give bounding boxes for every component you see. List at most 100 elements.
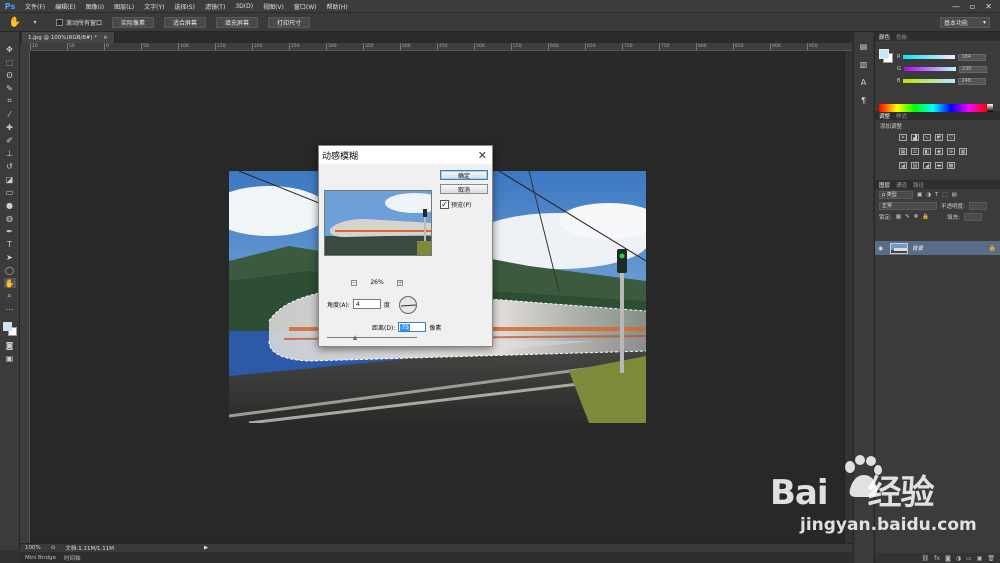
clone-stamp-tool-icon[interactable]: ⊥ [4, 148, 16, 158]
gradient-tool-icon[interactable]: ▭ [4, 187, 16, 197]
layer-kind-select[interactable]: ρ 类型 [879, 190, 913, 199]
actual-pixels-button[interactable]: 实际像素 [112, 16, 155, 28]
tab-swatches[interactable]: 色板 [896, 33, 907, 41]
crop-tool-icon[interactable]: ⌗ [4, 96, 16, 106]
vertical-ruler[interactable] [20, 51, 30, 543]
distance-input[interactable]: 75 [398, 322, 427, 332]
tab-layers[interactable]: 图层 [879, 181, 890, 189]
fill-screen-button[interactable]: 填充屏幕 [216, 16, 259, 28]
lock-image-icon[interactable]: ✎ [905, 214, 910, 220]
posterize-icon[interactable]: ▨ [911, 162, 919, 169]
status-menu-arrow[interactable]: ▶ [204, 545, 208, 551]
invert-icon[interactable]: ◪ [899, 162, 907, 169]
workspace-select[interactable]: 基本功能 ▾ [940, 16, 990, 28]
document-tab[interactable]: 1.jpg @ 100%(RGB/8#) * × [22, 32, 115, 43]
menu-edit[interactable]: 编辑(E) [50, 2, 80, 11]
scroll-all-windows-checkbox[interactable]: 滚动所有窗口 [56, 18, 102, 27]
color-spectrum[interactable] [879, 104, 987, 112]
add-mask-icon[interactable]: ◙ [945, 555, 951, 562]
fit-screen-button[interactable]: 适合屏幕 [164, 16, 207, 28]
green-slider[interactable] [903, 67, 956, 71]
shape-tool-icon[interactable]: ◯ [4, 265, 16, 275]
opacity-input[interactable] [968, 201, 987, 210]
green-value[interactable]: 230 [958, 65, 987, 73]
vibrance-icon[interactable]: ▽ [947, 134, 955, 141]
red-slider[interactable] [903, 55, 956, 59]
maximize-button[interactable]: ▫ [970, 2, 975, 11]
menu-select[interactable]: 选择(S) [169, 2, 200, 11]
grayscale-ramp[interactable] [987, 104, 993, 112]
new-layer-icon[interactable]: ▣ [977, 555, 983, 562]
zoom-level[interactable]: 100% [25, 545, 41, 551]
print-size-button[interactable]: 打印尺寸 [268, 16, 311, 28]
menu-window[interactable]: 窗口(W) [289, 2, 322, 11]
lock-all-icon[interactable]: 🔒 [922, 214, 929, 220]
zoom-in-button[interactable]: + [397, 279, 403, 286]
delete-layer-icon[interactable]: 🗑 [987, 555, 995, 562]
tab-adjustments[interactable]: 调整 [879, 112, 890, 120]
quick-mask-icon[interactable]: ◙ [4, 340, 16, 350]
quick-select-tool-icon[interactable]: ✎ [4, 83, 16, 93]
red-value[interactable]: 184 [958, 53, 987, 61]
ok-button[interactable]: 确定 [440, 170, 488, 180]
threshold-icon[interactable]: ◢ [923, 162, 931, 169]
channel-mixer-icon[interactable]: ⊕ [947, 148, 955, 155]
levels-icon[interactable]: ▟ [911, 134, 919, 141]
layer-row-background[interactable]: ◉ 背景 🔒 [875, 241, 1000, 255]
angle-dial[interactable] [399, 296, 417, 314]
dodge-tool-icon[interactable]: ◍ [4, 213, 16, 223]
history-panel-icon[interactable]: ▤ [858, 40, 870, 52]
new-group-icon[interactable]: ▭ [966, 555, 972, 562]
curves-icon[interactable]: ∿ [923, 134, 931, 141]
hand-tool-icon[interactable]: ✋ [3, 278, 16, 288]
brush-tool-icon[interactable]: ✐ [4, 135, 16, 145]
filter-shape-icon[interactable]: ⬚ [942, 192, 947, 198]
link-layers-icon[interactable]: ⛓ [922, 555, 930, 562]
menu-type[interactable]: 文字(Y) [139, 2, 169, 11]
gradient-map-icon[interactable]: ▬ [935, 162, 943, 169]
layer-style-icon[interactable]: fx [934, 555, 940, 562]
tab-color[interactable]: 颜色 [879, 33, 890, 41]
close-tab-icon[interactable]: × [103, 35, 108, 41]
blur-tool-icon[interactable]: ● [4, 200, 16, 210]
color-lookup-icon[interactable]: ▦ [959, 148, 967, 155]
menu-help[interactable]: 帮助(H) [322, 2, 353, 11]
black-white-icon[interactable]: ◧ [923, 148, 931, 155]
type-tool-icon[interactable]: T [4, 239, 16, 249]
doc-info-icon[interactable]: ⊙ [51, 545, 56, 551]
foreground-color-swatch[interactable] [2, 322, 12, 331]
menu-3d[interactable]: 3D(D) [230, 3, 258, 10]
menu-image[interactable]: 图像(I) [81, 2, 109, 11]
cancel-button[interactable]: 取消 [440, 184, 488, 194]
tab-mini-bridge[interactable]: Mini Bridge [25, 555, 56, 561]
close-icon[interactable]: ✕ [478, 149, 487, 162]
exposure-icon[interactable]: ◩ [935, 134, 943, 141]
checkbox-box[interactable] [56, 18, 63, 26]
tab-styles[interactable]: 样式 [896, 112, 907, 120]
minimize-button[interactable]: — [952, 2, 960, 11]
hand-tool-icon[interactable]: ✋ [8, 15, 22, 29]
tool-preset-chevron-icon[interactable]: ▾ [28, 15, 42, 29]
horizontal-ruler[interactable]: 10 50 0 50 100 150 200 250 300 350 400 450 500 550 600… [30, 43, 852, 51]
new-adjustment-icon[interactable]: ◑ [956, 555, 961, 562]
preview-checkbox[interactable]: ✓ 预览(P) [440, 200, 471, 209]
dialog-titlebar[interactable]: 动感模糊 ✕ [319, 146, 492, 164]
character-panel-icon[interactable]: A [858, 76, 870, 88]
color-balance-icon[interactable]: ⚖ [911, 148, 919, 155]
lasso-tool-icon[interactable]: ʘ [4, 70, 16, 80]
healing-brush-tool-icon[interactable]: ✚ [4, 122, 16, 132]
path-select-tool-icon[interactable]: ➤ [4, 252, 16, 262]
tab-paths[interactable]: 路径 [913, 181, 924, 189]
marquee-tool-icon[interactable]: ⬚ [4, 57, 16, 67]
menu-file[interactable]: 文件(F) [20, 2, 50, 11]
zoom-out-button[interactable]: − [351, 279, 357, 286]
blue-value[interactable]: 248 [958, 77, 987, 85]
panel-foreground-color[interactable] [879, 49, 889, 59]
filter-smart-icon[interactable]: ▤ [952, 192, 957, 198]
zoom-tool-icon[interactable]: ⌕ [4, 291, 16, 301]
eraser-tool-icon[interactable]: ◪ [4, 174, 16, 184]
angle-input[interactable]: 4 [352, 299, 381, 309]
move-tool-icon[interactable]: ✥ [4, 44, 16, 54]
menu-layer[interactable]: 图层(L) [109, 2, 139, 11]
lock-transparent-icon[interactable]: ▦ [896, 214, 901, 220]
